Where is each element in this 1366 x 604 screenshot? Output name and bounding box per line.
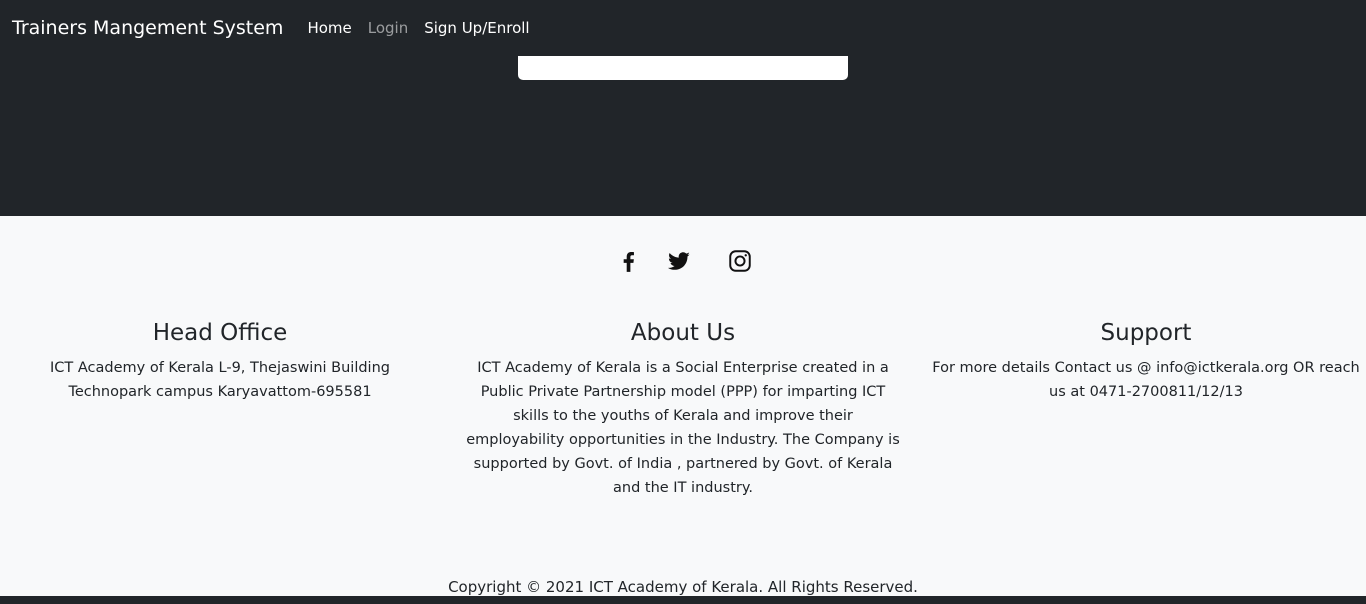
instagram-icon[interactable] bbox=[727, 248, 753, 274]
copyright-text: Copyright © 2021 ICT Academy of Kerala. … bbox=[448, 578, 918, 596]
twitter-icon[interactable] bbox=[666, 248, 692, 274]
support-text: For more details Contact us @ info@ictke… bbox=[932, 360, 1360, 400]
bottom-bar bbox=[0, 596, 1366, 604]
nav-home-link[interactable]: Home bbox=[307, 19, 351, 37]
support-column: Support For more details Contact us @ in… bbox=[926, 320, 1366, 404]
hero-section bbox=[0, 56, 1366, 216]
nav-login-link[interactable]: Login bbox=[368, 19, 408, 37]
head-office-title: Head Office bbox=[152, 320, 288, 346]
nav-signup-link[interactable]: Sign Up/Enroll bbox=[424, 19, 529, 37]
head-office-text: ICT Academy of Kerala L-9, Thejaswini Bu… bbox=[50, 360, 390, 400]
brand-link[interactable]: Trainers Mangement System bbox=[12, 17, 283, 39]
about-column: About Us ICT Academy of Kerala is a Soci… bbox=[462, 320, 904, 500]
site-footer: Head Office ICT Academy of Kerala L-9, T… bbox=[0, 216, 1366, 596]
support-title: Support bbox=[1100, 320, 1192, 346]
about-text: ICT Academy of Kerala is a Social Enterp… bbox=[466, 360, 900, 496]
social-links bbox=[0, 248, 1366, 274]
about-title: About Us bbox=[630, 320, 736, 346]
card-panel bbox=[518, 56, 848, 80]
head-office-column: Head Office ICT Academy of Kerala L-9, T… bbox=[8, 320, 432, 404]
facebook-icon[interactable] bbox=[615, 248, 641, 274]
top-navbar: Trainers Mangement System Home Login Sig… bbox=[0, 0, 1366, 56]
